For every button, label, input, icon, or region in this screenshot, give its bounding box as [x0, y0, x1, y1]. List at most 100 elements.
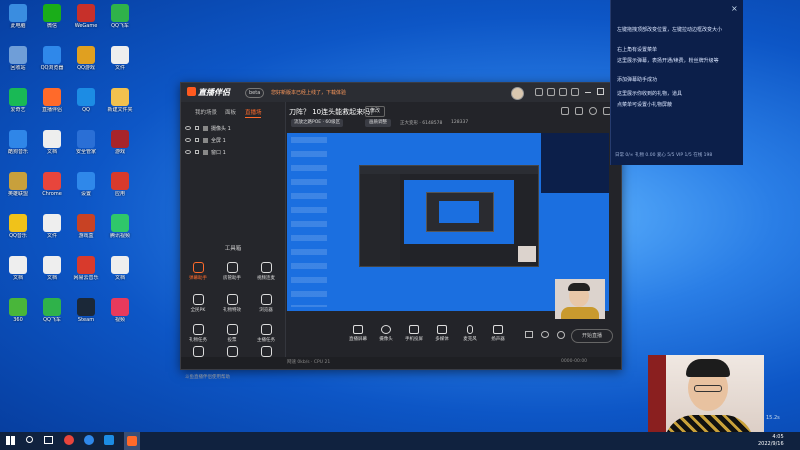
desktop-icon[interactable]: 游戏: [102, 130, 138, 155]
source-row[interactable]: 窗口 1: [185, 147, 226, 157]
desktop-icon[interactable]: 安全管家: [68, 130, 104, 155]
start-live-button[interactable]: 开始直播: [571, 329, 613, 343]
tab-my-scenes[interactable]: 我的场景: [195, 108, 217, 116]
window-source-icon: [203, 149, 208, 155]
desktop-icon[interactable]: 视频: [102, 298, 138, 323]
danmu-helper-panel[interactable]: × 左键拖拽顶部改变位置，左键拉动边框改变大小 右上角有设置菜单 这里展示弹幕，…: [610, 0, 743, 165]
desktop-icon[interactable]: 网易云音乐: [68, 256, 104, 281]
desktop-icon[interactable]: WeGame: [68, 4, 104, 29]
desktop-icon[interactable]: 酷狗音乐: [0, 130, 36, 155]
title-bar[interactable]: 直播伴侣 beta 您好新版本已经上线了，下载体验 ×: [181, 83, 621, 102]
search-icon[interactable]: [26, 436, 33, 443]
source-row[interactable]: 全屏 1: [185, 135, 226, 145]
control-phone-cast[interactable]: 手机投屏: [401, 325, 427, 342]
version-badge[interactable]: beta: [245, 88, 265, 98]
tool-home[interactable]: [217, 346, 247, 357]
desktop-icon[interactable]: 爱奇艺: [0, 88, 36, 113]
preview-nested-screen: [404, 180, 514, 244]
tool-browser[interactable]: 浏览器: [251, 294, 281, 313]
desktop-icon[interactable]: 文档: [34, 130, 70, 155]
message-icon[interactable]: [535, 88, 543, 96]
control-speaker[interactable]: 扬声器: [485, 325, 511, 342]
gift-icon[interactable]: [547, 88, 555, 96]
panel-close-icon[interactable]: ×: [731, 4, 738, 13]
control-camera[interactable]: 摄像头: [373, 325, 399, 342]
live-app-taskbar-active[interactable]: [124, 432, 140, 450]
desktop-icon[interactable]: QQ飞车: [34, 298, 70, 323]
lock-icon[interactable]: [195, 150, 199, 154]
desktop-icon[interactable]: 回收站: [0, 46, 36, 71]
tool-pk[interactable]: 全民PK: [183, 294, 213, 313]
minimize-icon[interactable]: [585, 92, 591, 93]
tool-gift-effect[interactable]: 礼物特效: [217, 294, 247, 313]
desktop-icon[interactable]: 文件: [102, 46, 138, 71]
desktop-icon[interactable]: 文档: [102, 256, 138, 281]
edge-taskbar-icon[interactable]: [84, 435, 94, 445]
windows-start-icon[interactable]: [6, 436, 15, 445]
update-notice[interactable]: 您好新版本已经上线了，下载体验: [271, 89, 346, 96]
app-icon: [77, 214, 95, 232]
desktop-icon[interactable]: 英雄联盟: [0, 172, 36, 197]
tab-panel[interactable]: 面板: [225, 108, 236, 116]
user-avatar[interactable]: [511, 87, 524, 100]
maximize-icon[interactable]: [597, 88, 604, 95]
desktop-icon[interactable]: 此电脑: [0, 4, 36, 29]
desktop-icon[interactable]: QQ游戏: [68, 46, 104, 71]
lock-icon[interactable]: [195, 126, 199, 130]
control-media[interactable]: 多媒体: [429, 325, 455, 342]
tool-search[interactable]: [183, 346, 213, 357]
desktop-icon[interactable]: Chrome: [34, 172, 70, 197]
desktop-icon[interactable]: QQ浏览器: [34, 46, 70, 71]
app-icon: [9, 172, 27, 190]
desktop-icon[interactable]: 文件: [34, 214, 70, 239]
refresh-icon[interactable]: [589, 107, 597, 115]
tool-vote[interactable]: 投票: [217, 324, 247, 343]
taskbar-clock[interactable]: 4:05 2022/9/16: [758, 434, 784, 448]
desktop-icon[interactable]: Steam: [68, 298, 104, 323]
eye-icon[interactable]: [185, 126, 191, 130]
source-row[interactable]: 摄像头 1: [185, 123, 231, 133]
eye-icon[interactable]: [185, 138, 191, 142]
desktop-icon[interactable]: 360: [0, 298, 36, 323]
desktop-icon[interactable]: QQ飞车: [102, 4, 138, 29]
desktop-icon[interactable]: 文档: [0, 256, 36, 281]
tool-gift-task[interactable]: 礼物任务: [183, 324, 213, 343]
control-screen[interactable]: 直播屏幕: [345, 325, 371, 342]
tool-video-link[interactable]: 视频连麦: [251, 262, 281, 281]
task-view-icon[interactable]: [44, 436, 53, 444]
control-mic[interactable]: 麦克风: [457, 325, 483, 342]
gear-icon[interactable]: [557, 331, 565, 339]
desktop-icon[interactable]: 新建文件夹: [102, 88, 138, 113]
tool-room-manager[interactable]: 房管助手: [217, 262, 247, 281]
settings-icon[interactable]: [559, 88, 567, 96]
chrome-taskbar-icon[interactable]: [64, 435, 74, 445]
desktop-icon[interactable]: 应用: [102, 172, 138, 197]
layout-icon[interactable]: [575, 107, 583, 115]
camera-pip[interactable]: [555, 279, 605, 319]
desktop-icon[interactable]: 游戏盒: [68, 214, 104, 239]
record-icon[interactable]: [525, 331, 533, 338]
eye-icon[interactable]: [185, 150, 191, 154]
eye-preview-icon[interactable]: [541, 331, 549, 338]
category-tag[interactable]: 流放之路POE · 60级区: [291, 119, 344, 127]
copy-icon[interactable]: [561, 107, 569, 115]
desktop-icon[interactable]: QQ音乐: [0, 214, 36, 239]
tool-anchor-task[interactable]: 主播任务: [251, 324, 281, 343]
desktop-icon[interactable]: 腾讯视频: [102, 214, 138, 239]
menu-icon[interactable]: [571, 88, 579, 96]
desktop-icon[interactable]: QQ: [68, 88, 104, 113]
desktop-icon-label: 网易云音乐: [73, 275, 99, 281]
app-taskbar-icon[interactable]: [104, 435, 114, 445]
desktop-icon-label: 视频: [114, 317, 125, 323]
lock-icon[interactable]: [195, 138, 199, 142]
help-link[interactable]: 斗鱼直播伴侣使用帮助: [185, 374, 230, 380]
desktop-icon[interactable]: 直播伴侣: [34, 88, 70, 113]
desktop-icon[interactable]: 微信: [34, 4, 70, 29]
quality-button[interactable]: 画质调整: [365, 119, 391, 127]
tool-more[interactable]: [251, 346, 281, 357]
desktop-icon[interactable]: 文档: [34, 256, 70, 281]
tool-danmu-helper[interactable]: 弹幕助手: [183, 262, 213, 281]
desktop-icon[interactable]: 设置: [68, 172, 104, 197]
tab-live-scene[interactable]: 直播场: [245, 108, 262, 116]
edit-title-button[interactable]: 修改: [365, 106, 386, 117]
